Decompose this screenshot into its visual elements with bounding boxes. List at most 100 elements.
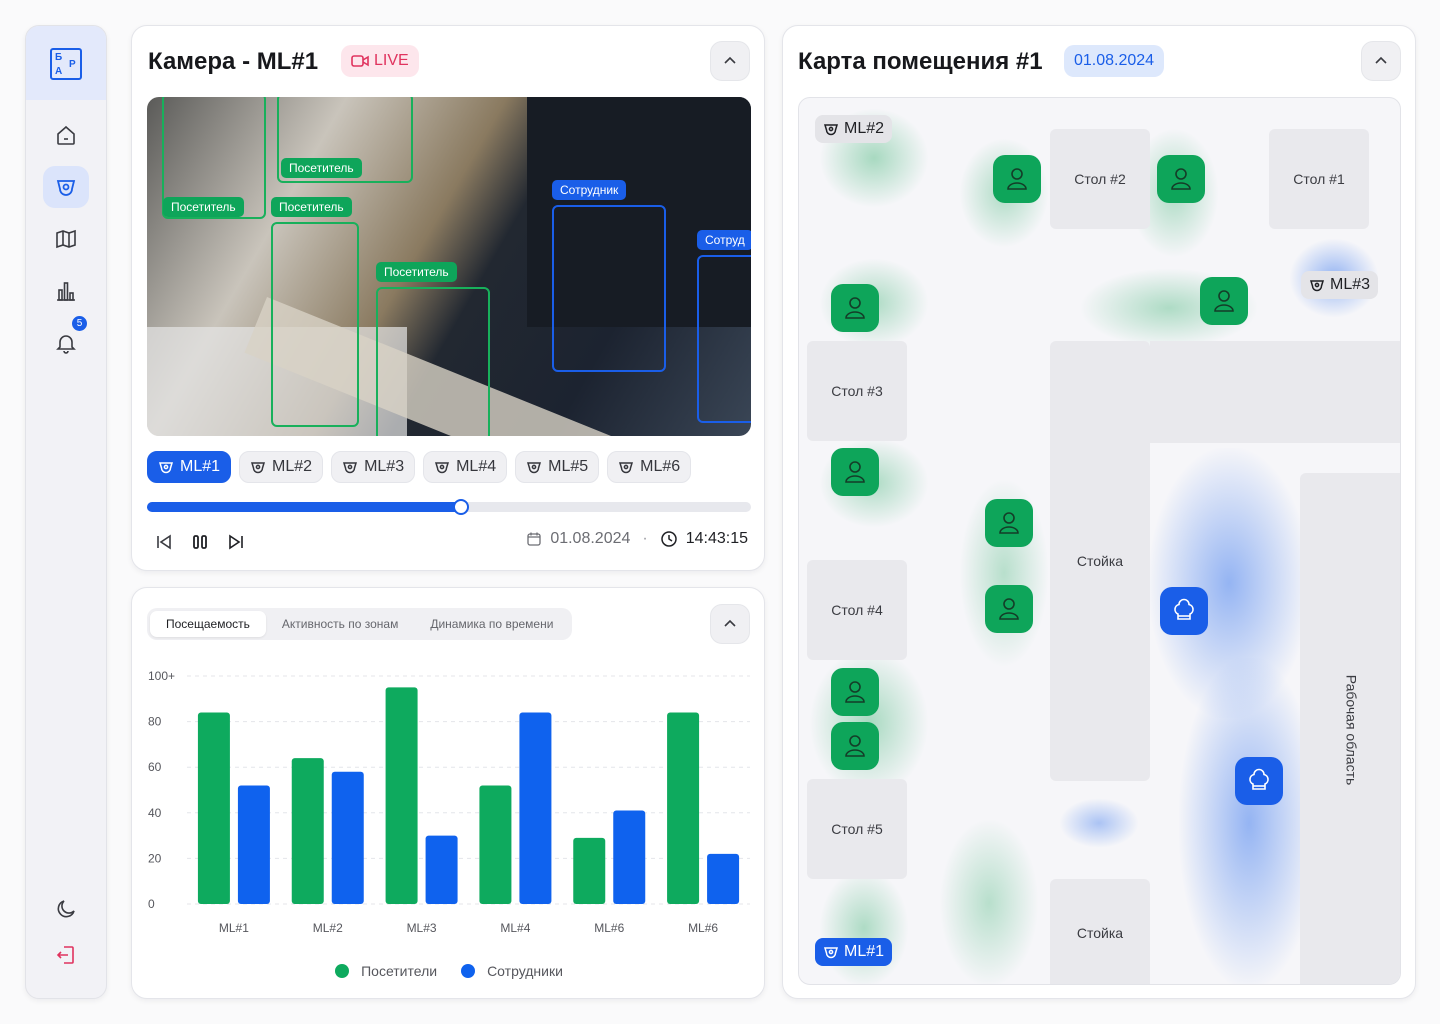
- bar: [237, 785, 270, 904]
- map-camera-ml1[interactable]: ML#1: [815, 938, 893, 966]
- tab-attendance[interactable]: Посещаемость: [150, 611, 266, 637]
- bar: [425, 835, 458, 904]
- visitor-marker[interactable]: [985, 585, 1033, 633]
- camera-tab[interactable]: ML#2: [239, 451, 324, 483]
- zone-work-area[interactable]: Рабочая область: [1300, 473, 1400, 984]
- zone-label: Стойка: [1068, 921, 1132, 944]
- camera-tab[interactable]: ML#6: [607, 451, 692, 483]
- zone-table-1[interactable]: Стол #1: [1269, 129, 1369, 229]
- live-label: LIVE: [374, 52, 409, 69]
- detection-box[interactable]: [552, 205, 666, 372]
- detection-label: Посетитель: [271, 197, 352, 217]
- bar: [573, 837, 606, 904]
- detection-box[interactable]: [271, 222, 359, 427]
- camera-label: ML#1: [844, 943, 885, 960]
- person-icon: [845, 297, 865, 319]
- nav-cameras[interactable]: [43, 166, 89, 208]
- camera-icon: [527, 462, 542, 474]
- camera-tab[interactable]: ML#1: [147, 451, 232, 483]
- chevron-up-icon: [724, 619, 736, 627]
- chef-hat-icon: [1249, 768, 1269, 790]
- stats-tabs: Посещаемость Активность по зонам Динамик…: [147, 608, 573, 640]
- camera-tab[interactable]: ML#4: [423, 451, 508, 483]
- zone-counter[interactable]: Стойка: [1050, 341, 1150, 781]
- playback-date: 01.08.2024: [550, 530, 631, 547]
- camera-tab-label: ML#2: [272, 458, 313, 475]
- zone-table-2[interactable]: Стол #2: [1050, 129, 1150, 229]
- calendar-icon: [527, 532, 541, 546]
- visitor-marker[interactable]: [993, 155, 1041, 203]
- zone-table-3[interactable]: Стол #3: [807, 341, 907, 441]
- skip-back-icon: [157, 534, 171, 550]
- zone-label: Стол #2: [1066, 168, 1134, 190]
- camera-icon: [158, 462, 174, 474]
- zone-table-5[interactable]: Стол #5: [807, 779, 907, 879]
- collapse-camera-button[interactable]: [710, 41, 750, 81]
- visitor-marker[interactable]: [1157, 155, 1205, 203]
- visitor-marker[interactable]: [985, 499, 1033, 547]
- bar: [707, 853, 740, 904]
- map-title: Карта помещения #1: [798, 48, 1043, 75]
- nav-map[interactable]: [43, 218, 89, 260]
- chart-legend: Посетители Сотрудники: [132, 963, 766, 979]
- zone-label: Стол #1: [1285, 168, 1353, 190]
- zone-label: Стол #3: [823, 380, 891, 402]
- detection-box[interactable]: [697, 255, 751, 423]
- zone-table-4[interactable]: Стол #4: [807, 560, 907, 660]
- nav-home[interactable]: [43, 114, 89, 156]
- person-icon: [1171, 168, 1191, 190]
- camera-tab-label: ML#4: [456, 458, 497, 475]
- person-icon: [999, 598, 1019, 620]
- detection-box[interactable]: [376, 287, 490, 436]
- visitor-marker[interactable]: [831, 668, 879, 716]
- live-badge: LIVE: [341, 45, 419, 77]
- y-tick-label: 40: [148, 806, 162, 820]
- logo-area[interactable]: Б Р А: [26, 26, 106, 100]
- zone-label: Стойка: [1068, 550, 1132, 572]
- tab-time-dynamics[interactable]: Динамика по времени: [414, 611, 569, 637]
- timestamp: 01.08.2024 · 14:43:15: [526, 530, 748, 548]
- legend-dot: [461, 964, 476, 978]
- logout-button[interactable]: [43, 934, 89, 976]
- visitor-marker[interactable]: [831, 284, 879, 332]
- camera-tab[interactable]: ML#5: [515, 451, 600, 483]
- skip-forward-button[interactable]: [224, 530, 248, 554]
- logout-icon: [56, 946, 74, 964]
- pause-button[interactable]: [188, 530, 212, 554]
- chart-icon: [57, 282, 75, 301]
- visitor-marker[interactable]: [1200, 277, 1248, 325]
- legend-item-staff[interactable]: Сотрудники: [461, 963, 563, 979]
- camera-icon: [435, 462, 450, 474]
- map-camera-ml3[interactable]: ML#3: [1301, 271, 1379, 299]
- staff-marker[interactable]: [1235, 757, 1283, 805]
- playback-progress[interactable]: [147, 499, 751, 515]
- collapse-map-button[interactable]: [1361, 41, 1401, 81]
- legend-item-visitors[interactable]: Посетители: [335, 963, 437, 979]
- camera-feed[interactable]: Посетитель Посетитель Посетитель Посетит…: [147, 97, 751, 436]
- camera-icon: [251, 462, 266, 474]
- person-icon: [1214, 290, 1234, 312]
- bar: [331, 771, 364, 904]
- collapse-stats-button[interactable]: [710, 604, 750, 644]
- clock-icon: [660, 531, 677, 547]
- legend-dot: [335, 964, 350, 978]
- visitor-marker[interactable]: [831, 448, 879, 496]
- nav-notifications[interactable]: 5: [43, 316, 89, 364]
- camera-tab[interactable]: ML#3: [331, 451, 416, 483]
- zone-label: Стол #4: [823, 599, 891, 621]
- stats-panel: Посещаемость Активность по зонам Динамик…: [131, 587, 765, 999]
- skip-back-button[interactable]: [152, 530, 176, 554]
- visitor-marker[interactable]: [831, 722, 879, 770]
- staff-marker[interactable]: [1160, 587, 1208, 635]
- progress-thumb[interactable]: [453, 499, 470, 515]
- theme-toggle[interactable]: [43, 888, 89, 930]
- camera-tab-label: ML#6: [640, 458, 681, 475]
- zone-counter-2[interactable]: Стойка: [1050, 879, 1150, 984]
- nav-analytics[interactable]: [43, 270, 89, 312]
- chevron-up-icon: [1375, 56, 1387, 64]
- map-camera-ml2[interactable]: ML#2: [815, 115, 893, 143]
- bell-icon: [56, 335, 76, 354]
- bar: [667, 712, 700, 904]
- tab-zone-activity[interactable]: Активность по зонам: [266, 611, 414, 637]
- floor-map[interactable]: Стол #2 Стол #1 Стол #3 Стол #4 Стол #5 …: [798, 97, 1401, 985]
